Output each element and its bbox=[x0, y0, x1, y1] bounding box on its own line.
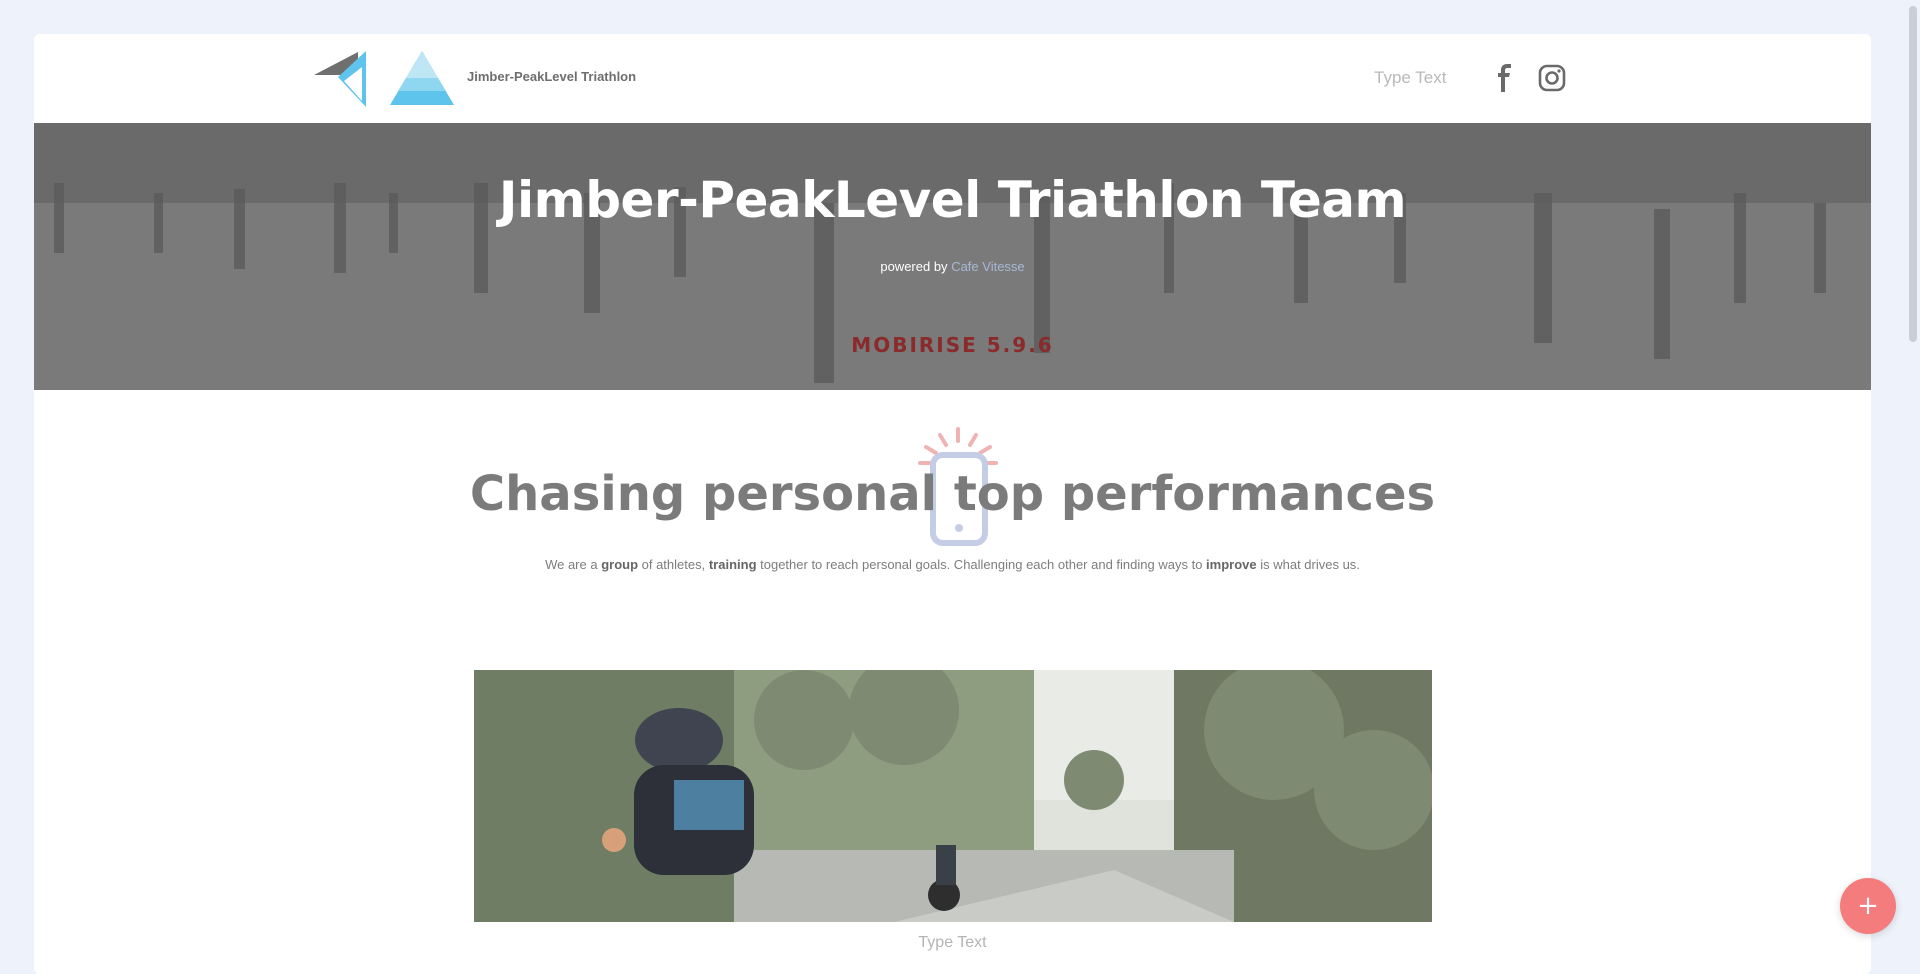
text-part: together to reach personal goals. Challe… bbox=[756, 557, 1207, 572]
add-block-button[interactable]: + bbox=[1840, 878, 1896, 934]
text-part: is what drives us. bbox=[1256, 557, 1360, 572]
text-bold-group: group bbox=[601, 557, 639, 572]
scrollbar-thumb[interactable] bbox=[1909, 6, 1917, 342]
text-part: of athletes, bbox=[638, 557, 709, 572]
logo-mark-icon[interactable] bbox=[314, 47, 370, 107]
instagram-icon[interactable] bbox=[1538, 64, 1566, 92]
brand-name[interactable]: Jimber-PeakLevel Triathlon bbox=[467, 69, 636, 84]
photo-caption[interactable]: Type Text bbox=[34, 934, 1871, 952]
hero-title: Jimber-PeakLevel Triathlon Team bbox=[498, 171, 1407, 229]
text-bold-improve: improve bbox=[1206, 557, 1257, 572]
hero-section: Jimber-PeakLevel Triathlon Team powered … bbox=[34, 123, 1871, 390]
scrollbar[interactable] bbox=[1906, 0, 1920, 956]
facebook-icon[interactable] bbox=[1492, 64, 1516, 92]
nav-link-type-text[interactable]: Type Text bbox=[1374, 68, 1446, 88]
text-bold-training: training bbox=[708, 557, 757, 572]
peak-logo-icon[interactable] bbox=[390, 51, 454, 105]
mobirise-version-badge[interactable]: MOBIRISE 5.9.6 bbox=[34, 333, 1871, 357]
page-card: Jimber-PeakLevel Triathlon Type Text Jim… bbox=[34, 34, 1871, 974]
text-part: We are a bbox=[545, 557, 602, 572]
navbar: Jimber-PeakLevel Triathlon Type Text bbox=[34, 34, 1871, 123]
hero-powered-by: powered by Cafe Vitesse bbox=[34, 259, 1871, 274]
powered-by-label: powered by bbox=[880, 259, 948, 274]
section-description: We are a group of athletes, training tog… bbox=[34, 557, 1871, 572]
cyclist-photo bbox=[474, 670, 1432, 922]
cafe-vitesse-link[interactable]: Cafe Vitesse bbox=[951, 259, 1024, 274]
section-title: Chasing personal top performances bbox=[469, 466, 1436, 522]
cyclist-image bbox=[474, 670, 1432, 922]
